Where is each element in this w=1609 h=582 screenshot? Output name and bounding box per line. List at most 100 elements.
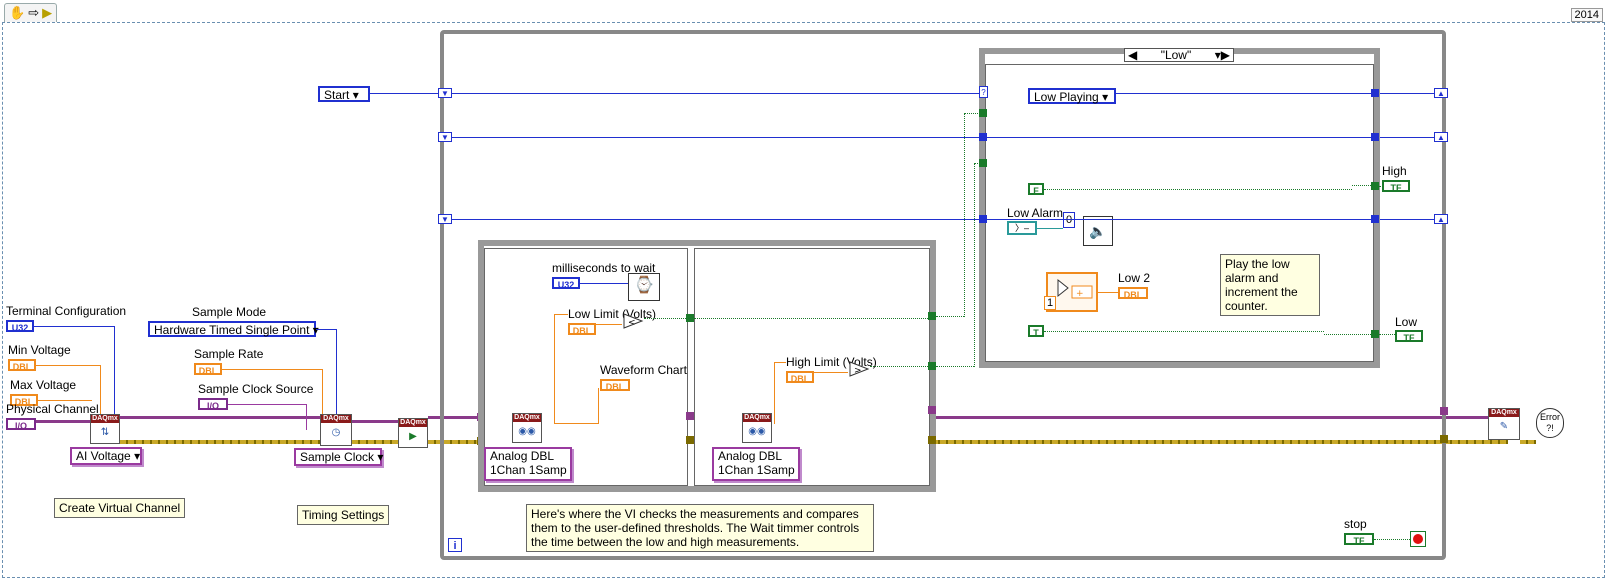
task-wire xyxy=(120,416,320,419)
state-wire xyxy=(1116,93,1371,94)
state-wire xyxy=(987,137,1371,138)
read-polymorphic-selector-1[interactable]: Analog DBL 1Chan 1Samp xyxy=(484,447,572,481)
daqmx-start-task-vi[interactable]: DAQmx ▶ xyxy=(398,418,428,448)
run-icon[interactable]: ▶ xyxy=(42,5,52,21)
enum-tunnel xyxy=(1371,89,1379,97)
physical-channel-label: Physical Channel xyxy=(6,402,99,416)
low2-label: Low 2 xyxy=(1118,271,1151,285)
create-virtual-channel-label: Create Virtual Channel xyxy=(54,498,186,518)
dbl-wire xyxy=(322,369,323,415)
high-indicator[interactable]: TF xyxy=(1382,180,1410,193)
shift-register-left-2: ▼ xyxy=(438,132,452,142)
stop-control[interactable]: TF xyxy=(1344,533,1374,546)
enum-tunnel xyxy=(979,133,987,141)
simple-error-handler-icon[interactable]: Error ?! xyxy=(1536,408,1564,438)
dbl-wire xyxy=(774,362,786,363)
read-glasses-icon: ◉◉ xyxy=(748,426,766,437)
daqmx-header: DAQmx xyxy=(743,414,771,422)
task-wire xyxy=(36,420,90,423)
daqmx-clear-task-vi[interactable]: DAQmx ✎ xyxy=(1488,408,1520,440)
path-wire xyxy=(1037,228,1063,229)
enum-wire xyxy=(114,326,115,416)
daqmx-header: DAQmx xyxy=(91,415,119,423)
enum-tunnel xyxy=(1371,215,1379,223)
waveform-chart-label: Waveform Chart xyxy=(600,363,687,377)
waveform-chart-terminal[interactable]: DBL xyxy=(600,379,630,392)
error-wire xyxy=(120,440,320,444)
wait-ms-icon[interactable]: ⌚ xyxy=(628,273,660,301)
enum-wire xyxy=(34,326,114,327)
dbl-wire xyxy=(554,314,568,315)
daqmx-read-vi-2[interactable]: DAQmx ◉◉ xyxy=(742,413,772,443)
daqmx-header: DAQmx xyxy=(1489,409,1519,417)
bool-tunnel xyxy=(928,362,936,370)
read-poly-1-line2: 1Chan 1Samp xyxy=(490,463,567,477)
bool-wire xyxy=(870,366,930,367)
start-state-selector[interactable]: Start ▾ xyxy=(318,86,370,102)
chevron-down-icon: ▾ xyxy=(312,323,319,337)
sample-clock-source-label: Sample Clock Source xyxy=(198,382,314,396)
task-tunnel xyxy=(928,406,936,414)
low2-indicator[interactable]: DBL xyxy=(1118,287,1148,300)
low-limit-terminal[interactable]: DBL xyxy=(568,323,596,336)
error-tunnel xyxy=(1440,435,1448,443)
physical-channel-terminal[interactable]: I/O xyxy=(6,418,36,431)
error-wire xyxy=(352,440,398,444)
dbl-wire xyxy=(222,369,322,370)
milliseconds-to-wait-terminal[interactable]: U32 xyxy=(552,277,580,290)
sample-clock-selector[interactable]: Sample Clock ▾ xyxy=(294,448,384,466)
bool-wire xyxy=(1044,189,1352,190)
shift-register-right-1: ▲ xyxy=(1434,88,1448,98)
bool-wire xyxy=(964,113,980,114)
chevron-down-icon: ▾ xyxy=(377,450,384,464)
terminal-configuration-terminal[interactable]: U32 xyxy=(6,320,34,333)
daqmx-create-channel-vi[interactable]: DAQmx ⇅ xyxy=(90,414,120,444)
ai-voltage-selector[interactable]: AI Voltage ▾ xyxy=(70,447,142,465)
error-tunnel xyxy=(686,436,694,444)
read-poly-1-line1: Analog DBL xyxy=(490,449,555,463)
bool-wire xyxy=(1379,334,1395,335)
bool-wire xyxy=(974,163,976,367)
bool-tunnel xyxy=(979,159,987,167)
low-alarm-path-terminal[interactable]: 〉– xyxy=(1007,221,1037,235)
zero-constant[interactable]: 0 xyxy=(1063,212,1075,228)
read-polymorphic-selector-2[interactable]: Analog DBL 1Chan 1Samp xyxy=(712,447,800,481)
toolbar: ✋ ⇨ ▶ xyxy=(4,3,58,22)
sample-clock-text: Sample Clock xyxy=(300,450,375,464)
max-voltage-label: Max Voltage xyxy=(10,378,77,392)
greater-than-comparator-icon[interactable]: > xyxy=(848,358,870,380)
state-wire xyxy=(987,219,1371,220)
bool-wire xyxy=(694,318,928,319)
io-wire xyxy=(228,404,306,405)
sample-mode-selector[interactable]: Hardware Timed Single Point ▾ xyxy=(148,321,319,337)
arrow-icon[interactable]: ⇨ xyxy=(28,5,39,21)
sample-rate-label: Sample Rate xyxy=(194,347,264,361)
bool-wire xyxy=(936,316,964,317)
sample-clock-source-terminal[interactable]: I/O xyxy=(198,398,228,411)
high-limit-terminal[interactable]: DBL xyxy=(786,371,814,384)
case-selector-label[interactable]: ◀ "Low" ▾▶ xyxy=(1124,48,1234,62)
daqmx-read-vi-1[interactable]: DAQmx ◉◉ xyxy=(512,413,542,443)
start-task-icon: ▶ xyxy=(409,431,417,442)
case-selector-value: "Low" xyxy=(1160,48,1192,62)
low-playing-state[interactable]: Low Playing ▾ xyxy=(1028,88,1116,104)
true-constant[interactable]: T xyxy=(1028,325,1044,338)
sample-rate-terminal[interactable]: DBL xyxy=(194,363,222,376)
one-constant[interactable]: 1 xyxy=(1044,296,1056,310)
min-voltage-terminal[interactable]: DBL xyxy=(8,359,36,372)
hand-icon[interactable]: ✋ xyxy=(9,5,25,21)
daqmx-timing-vi[interactable]: DAQmx ◷ xyxy=(320,414,352,446)
bool-wire xyxy=(1374,539,1410,540)
start-state-value: Start xyxy=(324,88,350,102)
timing-settings-label: Timing Settings xyxy=(297,505,390,525)
case-dropdown-icon[interactable]: ▾▶ xyxy=(1215,49,1230,62)
shift-register-right-2: ▲ xyxy=(1434,132,1448,142)
case-prev-icon[interactable]: ◀ xyxy=(1128,49,1137,62)
shift-register-left-3: ▼ xyxy=(438,214,452,224)
play-sound-icon[interactable]: 🔈 xyxy=(1083,216,1113,246)
less-than-comparator-icon[interactable]: < xyxy=(622,310,644,332)
bool-tunnel xyxy=(928,312,936,320)
version-badge: 2014 xyxy=(1570,8,1603,22)
false-constant[interactable]: F xyxy=(1028,183,1044,196)
low-indicator[interactable]: TF xyxy=(1395,330,1423,343)
